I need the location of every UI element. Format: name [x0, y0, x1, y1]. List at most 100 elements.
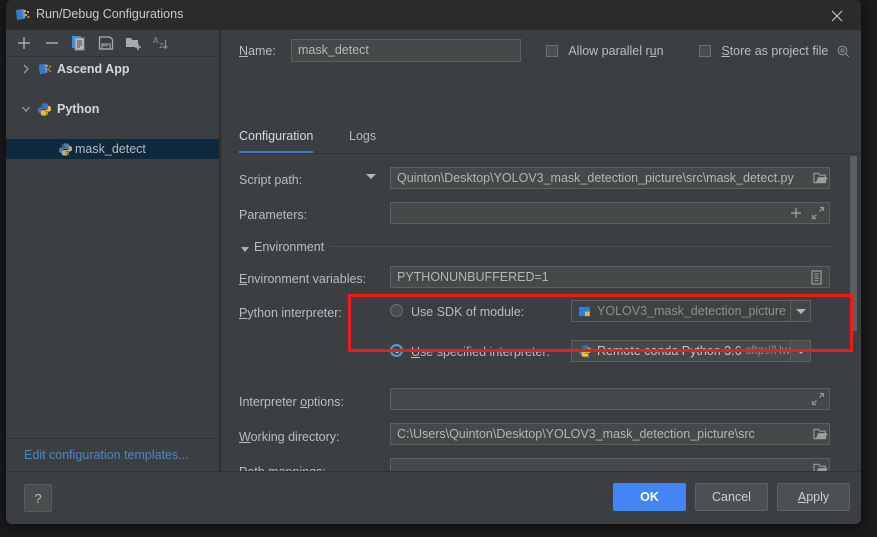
interpreter-options-label: Interpreter options:: [239, 395, 344, 409]
use-specified-interpreter-radio[interactable]: [390, 344, 403, 357]
environment-section-title: Environment: [254, 240, 325, 254]
folder-browse-icon: [813, 172, 828, 184]
interpreter-options-expand-button[interactable]: [811, 392, 825, 409]
chevron-right-icon[interactable]: [20, 59, 32, 79]
module-icon: [578, 305, 591, 318]
python-icon: [58, 142, 73, 157]
configuration-tab-content: Script path: Quinton\Desktop\YOLOV3_mask…: [221, 154, 861, 472]
expand-icon: [811, 206, 825, 220]
form-scrollbar-track[interactable]: [849, 156, 858, 470]
store-as-project-file-label: Store as project file: [721, 44, 829, 58]
working-directory-value: C:\Users\Quinton\Desktop\YOLOV3_mask_det…: [397, 426, 755, 441]
svg-text:Z: Z: [159, 42, 164, 50]
allow-parallel-run-checkbox[interactable]: Allow parallel run: [546, 44, 664, 58]
configurations-tree[interactable]: Ascend App Python mask_detect: [6, 56, 219, 438]
sort-alphabetically-button[interactable]: A Z: [150, 33, 170, 53]
ok-button[interactable]: OK: [613, 483, 686, 511]
working-directory-label: Working directory:: [239, 430, 340, 444]
use-sdk-of-module-label: Use SDK of module:: [411, 305, 525, 319]
edit-configuration-templates-link[interactable]: Edit configuration templates...: [24, 448, 189, 462]
environment-variables-edit-button[interactable]: [810, 270, 823, 288]
run-debug-configurations-dialog: Run/Debug Configurations A Z Ascend App …: [6, 0, 861, 524]
sdk-module-combo-arrow[interactable]: [790, 301, 810, 321]
save-icon: [98, 36, 114, 50]
name-input-value: mask_detect: [298, 43, 369, 58]
tree-node-python[interactable]: Python: [6, 99, 219, 119]
plus-icon: [791, 208, 801, 218]
script-path-value: Quinton\Desktop\YOLOV3_mask_detection_pi…: [397, 170, 794, 185]
edit-configuration-templates[interactable]: Edit configuration templates...: [6, 438, 219, 472]
use-specified-interpreter-label: Use specified interpreter:: [411, 345, 550, 359]
parameters-insert-macro-button[interactable]: [789, 206, 803, 223]
sdk-module-combo[interactable]: YOLOV3_mask_detection_picture: [571, 300, 811, 322]
script-path-browse-button[interactable]: [813, 171, 828, 188]
sdk-module-value: YOLOV3_mask_detection_picture: [597, 304, 786, 318]
specified-interpreter-combo[interactable]: R Remote conda Python 3.6 sftp://HwH: [571, 340, 811, 362]
tab-configuration[interactable]: Configuration: [239, 125, 314, 153]
copy-icon: [72, 36, 85, 51]
expand-icon: [811, 392, 825, 406]
tree-node-mask-detect[interactable]: mask_detect: [6, 139, 219, 159]
store-as-project-file-checkbox[interactable]: Store as project file: [699, 44, 850, 61]
tree-node-label: mask_detect: [75, 142, 146, 156]
tree-toolbar: A Z: [6, 30, 219, 56]
parameters-expand-button[interactable]: [811, 206, 825, 223]
working-directory-browse-button[interactable]: [813, 427, 828, 444]
help-button[interactable]: ?: [24, 484, 52, 512]
remove-configuration-button[interactable]: [42, 33, 62, 53]
name-label: Name:: [239, 44, 276, 58]
close-window-button[interactable]: [815, 0, 859, 30]
configurations-tree-panel: A Z Ascend App Python mask_detect Edit c…: [6, 30, 220, 472]
cancel-button[interactable]: Cancel: [695, 483, 768, 511]
form-scrollbar-thumb[interactable]: [850, 156, 857, 331]
path-mappings-input[interactable]: [390, 458, 830, 472]
environment-variables-input[interactable]: PYTHONUNBUFFERED=1: [390, 266, 830, 288]
save-configuration-button[interactable]: [96, 33, 116, 53]
remove-icon: [46, 42, 58, 44]
environment-variables-label: Environment variables:: [239, 272, 367, 286]
window-title: Run/Debug Configurations: [36, 7, 184, 21]
name-row: Name:: [239, 44, 276, 58]
interpreter-options-input[interactable]: [390, 388, 830, 410]
svg-text:R: R: [585, 354, 589, 358]
script-path-label: Script path:: [239, 173, 303, 187]
working-directory-input[interactable]: C:\Users\Quinton\Desktop\YOLOV3_mask_det…: [390, 423, 830, 445]
store-as-project-file-box[interactable]: [699, 45, 711, 57]
tree-node-ascend-app[interactable]: Ascend App: [6, 59, 219, 79]
script-path-dropdown-caret[interactable]: [366, 174, 376, 179]
script-path-input[interactable]: Quinton\Desktop\YOLOV3_mask_detection_pi…: [390, 167, 830, 189]
name-input[interactable]: mask_detect: [291, 39, 521, 62]
folder-browse-icon: [813, 428, 828, 440]
parameters-label: Parameters:: [239, 208, 308, 222]
python-icon: [37, 102, 52, 117]
add-icon: [18, 37, 30, 49]
folder-add-icon: [126, 38, 141, 50]
parameters-input[interactable]: [390, 202, 830, 224]
use-sdk-of-module-radio[interactable]: [390, 304, 403, 317]
add-configuration-button[interactable]: [14, 33, 34, 53]
remote-python-icon: R: [578, 344, 592, 358]
configuration-form-panel: Name: mask_detect Allow parallel run Sto…: [221, 30, 861, 472]
folder-add-button[interactable]: [123, 33, 143, 53]
copy-configuration-button[interactable]: [69, 33, 89, 53]
allow-parallel-run-label: Allow parallel run: [568, 44, 664, 58]
tree-node-label: Python: [57, 102, 100, 116]
close-icon: [831, 10, 843, 22]
edit-list-icon: [811, 270, 822, 285]
pycharm-ascend-icon: [14, 7, 30, 23]
chevron-down-icon[interactable]: [20, 99, 32, 119]
environment-variables-value: PYTHONUNBUFFERED=1: [397, 269, 549, 284]
environment-section-divider: [329, 246, 834, 247]
tab-logs[interactable]: Logs: [349, 125, 376, 151]
settings-gear-icon[interactable]: [836, 44, 850, 61]
title-bar: Run/Debug Configurations: [6, 0, 861, 30]
tree-node-label: Ascend App: [57, 62, 130, 76]
python-interpreter-label: Python interpreter:: [239, 306, 342, 320]
specified-interpreter-value: Remote conda Python 3.6: [597, 344, 742, 358]
environment-collapse-caret[interactable]: [241, 247, 249, 252]
apply-button[interactable]: Apply: [777, 483, 850, 511]
allow-parallel-run-box[interactable]: [546, 45, 558, 57]
specified-interpreter-combo-arrow[interactable]: [790, 341, 810, 361]
ascend-app-icon: [37, 62, 52, 77]
sort-alphabetically-icon: A Z: [153, 36, 168, 50]
